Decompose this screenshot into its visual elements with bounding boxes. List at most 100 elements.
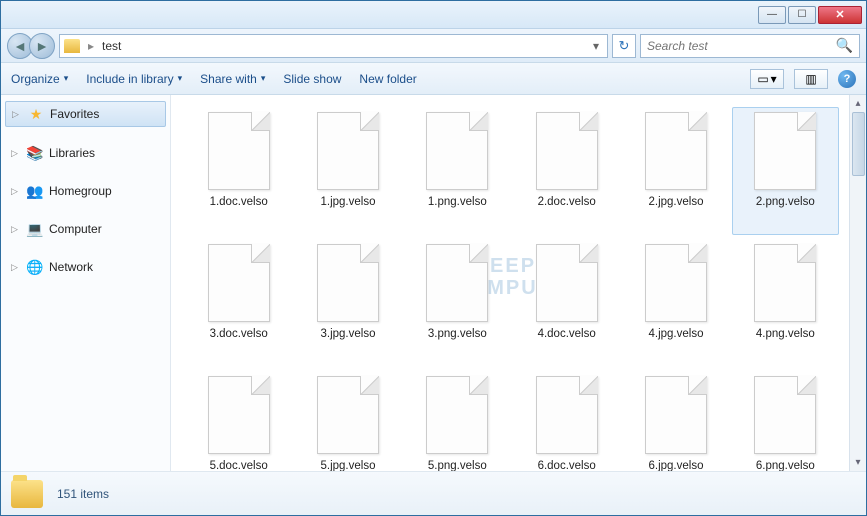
new-folder-button[interactable]: New folder xyxy=(359,72,416,86)
sidebar-item-homegroup[interactable]: ▷👥Homegroup xyxy=(5,179,166,203)
nav-buttons: ◄ ► xyxy=(7,33,55,59)
scroll-down-icon: ▾ xyxy=(855,457,860,468)
search-input[interactable] xyxy=(647,39,836,53)
file-item[interactable]: 5.doc.velso xyxy=(185,371,292,471)
document-icon xyxy=(536,244,598,322)
expand-icon[interactable]: ▷ xyxy=(12,109,22,120)
file-item[interactable]: 3.jpg.velso xyxy=(294,239,401,367)
file-item[interactable]: 3.png.velso xyxy=(404,239,511,367)
sidebar-item-libraries[interactable]: ▷📚Libraries xyxy=(5,141,166,165)
address-dropdown[interactable]: ▾ xyxy=(589,39,603,53)
sidebar-item-favorites[interactable]: ▷★Favorites xyxy=(5,101,166,127)
file-item[interactable]: 1.jpg.velso xyxy=(294,107,401,235)
file-item[interactable]: 4.png.velso xyxy=(732,239,839,367)
refresh-button[interactable]: ↻ xyxy=(612,34,636,58)
file-item[interactable]: 3.doc.velso xyxy=(185,239,292,367)
lib-icon: 📚 xyxy=(27,145,43,161)
chevron-down-icon: ▾ xyxy=(178,73,183,84)
search-icon: 🔍 xyxy=(836,37,853,54)
file-item[interactable]: 2.jpg.velso xyxy=(622,107,729,235)
folder-icon xyxy=(64,39,80,53)
document-icon xyxy=(536,376,598,454)
minimize-button[interactable]: — xyxy=(758,6,786,24)
sidebar-item-network[interactable]: ▷ 🌐 Network xyxy=(5,255,166,279)
content-region: BLEEPING COMPUTER 1.doc.velso1.jpg.velso… xyxy=(171,95,866,471)
file-name: 2.jpg.velso xyxy=(649,196,704,208)
include-in-library-menu[interactable]: Include in library▾ xyxy=(86,72,182,86)
file-item[interactable]: 1.doc.velso xyxy=(185,107,292,235)
maximize-button[interactable]: ☐ xyxy=(788,6,816,24)
share-with-menu[interactable]: Share with▾ xyxy=(200,72,265,86)
status-bar: 151 items xyxy=(1,471,866,515)
file-item[interactable]: 1.png.velso xyxy=(404,107,511,235)
expand-icon[interactable]: ▷ xyxy=(11,224,21,235)
address-bar[interactable]: ▸ test ▾ xyxy=(59,34,608,58)
file-list[interactable]: 1.doc.velso 1.jpg.velso 1.png.velso 2.doc.v… xyxy=(171,95,849,471)
net-icon: 🌐 xyxy=(27,259,43,275)
expand-icon[interactable]: ▷ xyxy=(11,186,21,197)
slideshow-button[interactable]: Slide show xyxy=(283,72,341,86)
scroll-down-button[interactable]: ▾ xyxy=(850,454,866,471)
scroll-up-button[interactable]: ▴ xyxy=(850,95,866,112)
search-box[interactable]: 🔍 xyxy=(640,34,860,58)
help-button[interactable]: ? xyxy=(838,70,856,88)
scroll-thumb[interactable] xyxy=(852,112,865,176)
hg-icon: 👥 xyxy=(27,183,43,199)
view-mode-button[interactable]: ▭▾ xyxy=(750,69,784,89)
file-item[interactable]: 5.png.velso xyxy=(404,371,511,471)
document-icon xyxy=(754,376,816,454)
body-region: ▷★Favorites▷📚Libraries▷👥Homegroup▷💻Compu… xyxy=(1,95,866,471)
file-item[interactable]: 4.doc.velso xyxy=(513,239,620,367)
breadcrumb-current[interactable]: test xyxy=(102,39,121,53)
refresh-icon: ↻ xyxy=(619,38,630,54)
document-icon xyxy=(645,244,707,322)
document-icon xyxy=(426,376,488,454)
file-name: 4.png.velso xyxy=(756,328,815,340)
file-name: 6.jpg.velso xyxy=(649,460,704,471)
command-toolbar: Organize▾ Include in library▾ Share with… xyxy=(1,63,866,95)
preview-pane-button[interactable]: ▥ xyxy=(794,69,828,89)
organize-menu[interactable]: Organize▾ xyxy=(11,72,68,86)
sidebar-item-label: Network xyxy=(49,260,93,274)
file-item[interactable]: 6.jpg.velso xyxy=(622,371,729,471)
document-icon xyxy=(208,244,270,322)
file-name: 3.doc.velso xyxy=(210,328,268,340)
file-item[interactable]: 2.png.velso xyxy=(732,107,839,235)
file-item[interactable]: 4.jpg.velso xyxy=(622,239,729,367)
vertical-scrollbar[interactable]: ▴ ▾ xyxy=(849,95,866,471)
preview-icon: ▥ xyxy=(805,72,816,86)
scroll-track[interactable] xyxy=(850,176,866,454)
help-icon: ? xyxy=(844,73,851,85)
folder-icon xyxy=(11,480,43,508)
sidebar-item-computer[interactable]: ▷💻Computer xyxy=(5,217,166,241)
file-name: 1.doc.velso xyxy=(210,196,268,208)
file-name: 6.doc.velso xyxy=(538,460,596,471)
file-item[interactable]: 5.jpg.velso xyxy=(294,371,401,471)
close-button[interactable]: ✕ xyxy=(818,6,862,24)
file-item[interactable]: 6.doc.velso xyxy=(513,371,620,471)
expand-icon[interactable]: ▷ xyxy=(11,262,21,273)
slideshow-label: Slide show xyxy=(283,72,341,86)
view-icon: ▭ xyxy=(757,72,768,86)
forward-icon: ► xyxy=(35,38,49,54)
document-icon xyxy=(317,376,379,454)
file-name: 5.png.velso xyxy=(428,460,487,471)
explorer-window: — ☐ ✕ ◄ ► ▸ test ▾ ↻ 🔍 Organize▾ Include… xyxy=(0,0,867,516)
file-item[interactable]: 6.png.velso xyxy=(732,371,839,471)
file-name: 6.png.velso xyxy=(756,460,815,471)
file-item[interactable]: 2.doc.velso xyxy=(513,107,620,235)
file-name: 1.png.velso xyxy=(428,196,487,208)
document-icon xyxy=(426,112,488,190)
expand-icon[interactable]: ▷ xyxy=(11,148,21,159)
document-icon xyxy=(754,112,816,190)
chevron-down-icon: ▾ xyxy=(64,73,69,84)
item-count: 151 items xyxy=(57,487,109,501)
file-name: 5.doc.velso xyxy=(210,460,268,471)
navigation-bar: ◄ ► ▸ test ▾ ↻ 🔍 xyxy=(1,29,866,63)
back-icon: ◄ xyxy=(13,38,27,54)
document-icon xyxy=(317,244,379,322)
file-name: 5.jpg.velso xyxy=(321,460,376,471)
forward-button[interactable]: ► xyxy=(29,33,55,59)
document-icon xyxy=(536,112,598,190)
share-label: Share with xyxy=(200,72,257,86)
